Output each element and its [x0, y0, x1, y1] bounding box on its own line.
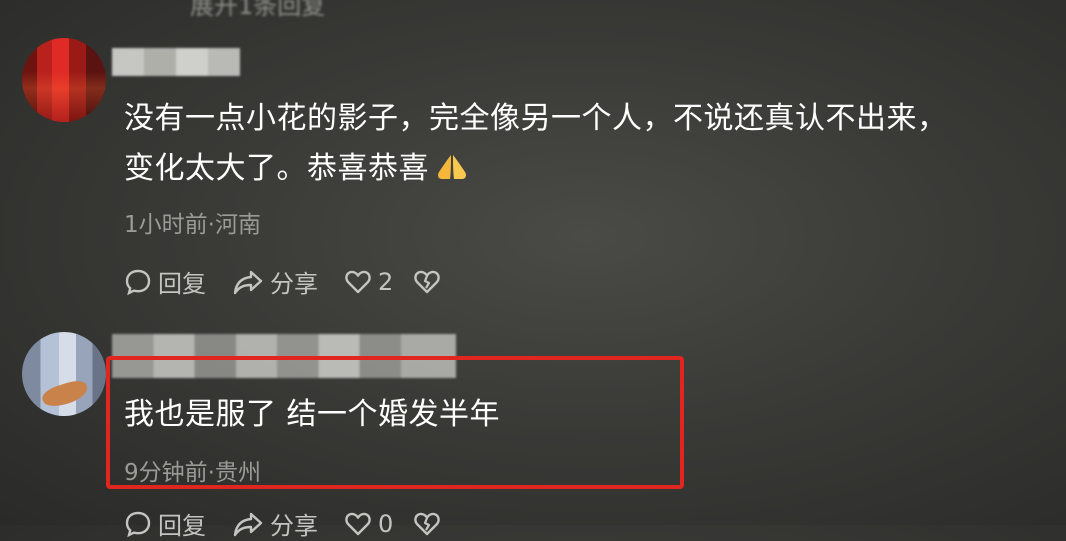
reply-button[interactable]: 回复: [124, 264, 206, 299]
reply-button[interactable]: 回复: [124, 506, 206, 541]
like-button[interactable]: 2: [344, 268, 393, 296]
share-arrow-icon: [233, 512, 263, 536]
praying-hands-emoji-icon: [438, 155, 466, 179]
broken-heart-icon: [414, 270, 441, 293]
share-arrow-icon: [233, 270, 263, 294]
collapsed-replies-link[interactable]: 展开1条回复: [190, 0, 325, 21]
comment-meta: 1小时前·河南: [124, 212, 261, 238]
heart-icon: [345, 512, 371, 535]
heart-icon: [345, 270, 371, 293]
broken-heart-icon: [414, 512, 441, 535]
comment-text-line: 没有一点小花的影子，完全像另一个人，不说还真认不出来，: [124, 101, 948, 136]
dislike-button[interactable]: [413, 510, 447, 538]
comment-actions: 回复 分享 2: [124, 264, 473, 299]
dislike-button[interactable]: [413, 268, 447, 296]
highlight-annotation-box: [106, 356, 684, 489]
comment-bubble-icon: [125, 269, 151, 295]
share-button[interactable]: 分享: [232, 506, 318, 541]
share-button[interactable]: 分享: [232, 264, 318, 299]
avatar[interactable]: [22, 38, 106, 122]
comment-text-line: 变化太大了。恭喜恭喜: [124, 151, 429, 186]
username-blurred[interactable]: [112, 48, 240, 76]
like-count: 2: [378, 267, 394, 296]
comment-actions: 回复 分享 0: [124, 506, 473, 541]
share-label: 分享: [270, 270, 318, 298]
like-count: 0: [378, 509, 394, 538]
reply-label: 回复: [158, 512, 206, 540]
avatar[interactable]: [22, 332, 106, 416]
comment-text: 没有一点小花的影子，完全像另一个人，不说还真认不出来， 变化太大了。恭喜恭喜: [124, 94, 1024, 194]
comment-bubble-icon: [125, 511, 151, 537]
share-label: 分享: [270, 512, 318, 540]
like-button[interactable]: 0: [344, 510, 393, 538]
reply-label: 回复: [158, 270, 206, 298]
